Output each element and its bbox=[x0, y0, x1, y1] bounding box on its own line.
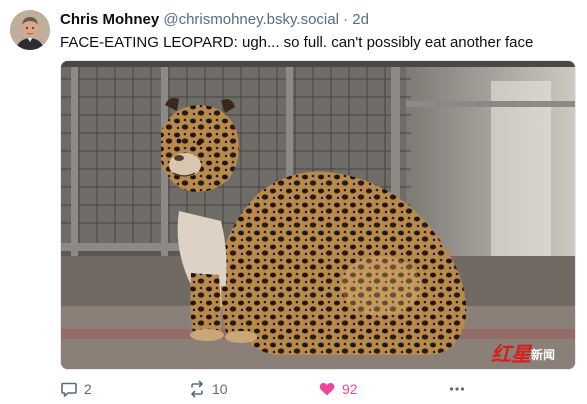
leopard-photo: 红星 新闻 bbox=[61, 61, 575, 369]
reply-button[interactable]: 2 bbox=[60, 378, 92, 400]
like-button[interactable]: 92 bbox=[318, 378, 358, 400]
repost-count: 10 bbox=[212, 381, 228, 397]
author-avatar[interactable] bbox=[10, 10, 50, 50]
more-icon bbox=[449, 387, 465, 391]
author-handle[interactable]: @chrismohney.bsky.social bbox=[163, 11, 339, 28]
avatar-photo bbox=[10, 10, 50, 50]
repost-button[interactable]: 10 bbox=[188, 378, 228, 400]
like-count: 92 bbox=[342, 381, 358, 397]
svg-text:新闻: 新闻 bbox=[531, 347, 555, 362]
post-actions: 2 10 92 bbox=[60, 378, 576, 400]
post-header: Chris Mohney @chrismohney.bsky.social · … bbox=[60, 10, 369, 30]
reply-count: 2 bbox=[84, 381, 92, 397]
post-text: FACE-EATING LEOPARD: ugh... so full. can… bbox=[60, 34, 534, 51]
svg-text:红星: 红星 bbox=[491, 342, 533, 366]
author-name[interactable]: Chris Mohney bbox=[60, 11, 159, 28]
more-options-button[interactable] bbox=[448, 378, 466, 400]
post-image[interactable]: 红星 新闻 bbox=[60, 60, 576, 370]
heart-icon bbox=[319, 382, 335, 396]
reply-icon bbox=[61, 382, 77, 397]
post-age[interactable]: 2d bbox=[352, 11, 369, 28]
meta-separator: · bbox=[343, 11, 349, 28]
repost-icon bbox=[191, 380, 203, 398]
